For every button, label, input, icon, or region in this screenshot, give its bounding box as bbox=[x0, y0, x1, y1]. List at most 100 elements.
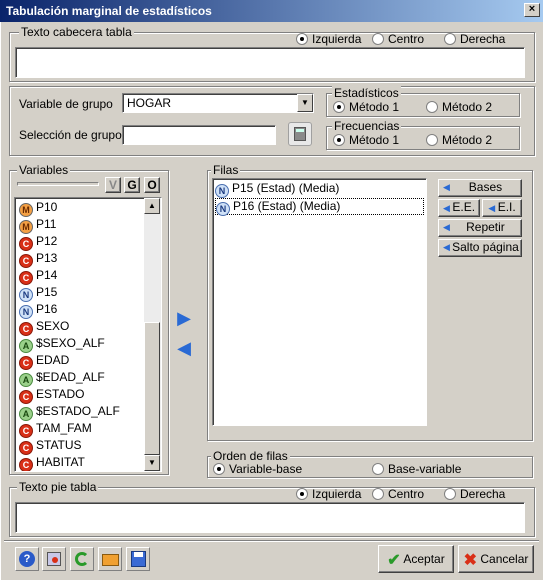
help-icon[interactable]: ? bbox=[15, 547, 39, 571]
accept-button[interactable]: ✔ Aceptar bbox=[378, 545, 454, 573]
frecuencias-metodo-1[interactable]: Método 1 bbox=[333, 133, 399, 147]
variable-item[interactable]: C HABITAT bbox=[19, 455, 85, 471]
variable-name: P15 bbox=[36, 285, 58, 299]
numeric-badge-icon: N bbox=[19, 288, 33, 302]
variable-name: P16 bbox=[36, 302, 58, 316]
radio-icon[interactable] bbox=[444, 488, 456, 500]
variable-item[interactable]: N P15 bbox=[19, 285, 57, 302]
numeric-badge-icon: N bbox=[19, 305, 33, 319]
header-align-right[interactable]: Derecha bbox=[444, 32, 505, 46]
remove-from-rows-arrow-icon[interactable]: ◀ bbox=[173, 338, 195, 360]
estadisticos-metodo-1[interactable]: Método 1 bbox=[333, 100, 399, 114]
save-icon[interactable] bbox=[126, 547, 150, 571]
window-title: Tabulación marginal de estadísticos bbox=[6, 4, 212, 18]
categorical-badge-icon: C bbox=[19, 237, 33, 251]
header-align-center[interactable]: Centro bbox=[372, 32, 424, 46]
add-to-rows-arrow-icon[interactable]: ▶ bbox=[173, 308, 195, 330]
filas-item[interactable]: N P16 (Estad) (Media) bbox=[215, 198, 424, 216]
filas-item[interactable]: N P15 (Estad) (Media) bbox=[215, 181, 339, 198]
scroll-up-icon[interactable]: ▲ bbox=[144, 198, 160, 214]
filter-v-button[interactable]: V bbox=[105, 177, 121, 193]
chevron-down-icon[interactable]: ▼ bbox=[297, 94, 313, 112]
radio-icon[interactable] bbox=[333, 134, 345, 146]
open-folder-icon[interactable] bbox=[98, 547, 122, 571]
variable-name: P12 bbox=[36, 234, 58, 248]
categorical-badge-icon: C bbox=[19, 458, 33, 471]
scroll-down-icon[interactable]: ▼ bbox=[144, 455, 160, 471]
settings-icon[interactable] bbox=[42, 547, 66, 571]
variable-item[interactable]: C P13 bbox=[19, 251, 57, 268]
radio-icon[interactable] bbox=[296, 488, 308, 500]
calculator-icon[interactable] bbox=[288, 122, 312, 146]
footer-text-input[interactable] bbox=[15, 502, 525, 533]
bases-button[interactable]: ◀ Bases bbox=[438, 179, 522, 197]
radio-icon[interactable] bbox=[426, 101, 438, 113]
radio-icon[interactable] bbox=[296, 33, 308, 45]
numeric-badge-icon: N bbox=[216, 202, 230, 216]
categorical-badge-icon: C bbox=[19, 356, 33, 370]
variable-name: P10 bbox=[36, 200, 58, 214]
group-variable-select[interactable]: HOGAR ▼ bbox=[122, 93, 314, 113]
group-selection-input[interactable] bbox=[122, 125, 276, 145]
salto-pagina-button[interactable]: ◀ Salto página bbox=[438, 239, 522, 257]
filter-o-button[interactable]: O bbox=[144, 177, 160, 193]
radio-icon[interactable] bbox=[444, 33, 456, 45]
categorical-badge-icon: C bbox=[19, 424, 33, 438]
scroll-thumb[interactable] bbox=[144, 322, 160, 455]
variable-item[interactable]: A $ESTADO_ALF bbox=[19, 404, 120, 421]
frecuencias-legend: Frecuencias bbox=[332, 119, 402, 133]
filter-g-button[interactable]: G bbox=[124, 177, 140, 193]
footer-align-center[interactable]: Centro bbox=[372, 487, 424, 501]
cancel-button[interactable]: ✖ Cancelar bbox=[458, 545, 534, 573]
variable-item[interactable]: C P12 bbox=[19, 234, 57, 251]
ee-button[interactable]: ◀ E.E. bbox=[438, 199, 480, 217]
orden-variable-base[interactable]: Variable-base bbox=[213, 462, 302, 476]
variable-item[interactable]: M P10 bbox=[19, 200, 57, 217]
filas-list[interactable]: N P15 (Estad) (Media) N P16 (Estad) (Media… bbox=[212, 178, 427, 426]
group-selection-label: Selección de grupo bbox=[19, 128, 122, 142]
variable-name: TAM_FAM bbox=[36, 421, 92, 435]
estadisticos-metodo-2[interactable]: Método 2 bbox=[426, 100, 492, 114]
categorical-badge-icon: C bbox=[19, 322, 33, 336]
filas-legend: Filas bbox=[211, 163, 241, 177]
refresh-icon[interactable] bbox=[70, 547, 94, 571]
variable-name: P11 bbox=[36, 217, 57, 231]
variable-item[interactable]: C TAM_FAM bbox=[19, 421, 92, 438]
alpha-badge-icon: A bbox=[19, 407, 33, 421]
left-arrow-icon: ◀ bbox=[442, 203, 453, 213]
radio-icon[interactable] bbox=[426, 134, 438, 146]
header-align-left[interactable]: Izquierda bbox=[296, 32, 361, 46]
left-arrow-icon: ◀ bbox=[443, 182, 450, 192]
variables-scrollbar[interactable]: ▲ ▼ bbox=[144, 198, 161, 471]
window-title-bar: Tabulación marginal de estadísticos bbox=[0, 0, 543, 22]
variable-name: P14 bbox=[36, 268, 58, 282]
radio-icon[interactable] bbox=[372, 488, 384, 500]
radio-icon[interactable] bbox=[372, 33, 384, 45]
orden-base-variable[interactable]: Base-variable bbox=[372, 462, 461, 476]
radio-icon[interactable] bbox=[333, 101, 345, 113]
frecuencias-metodo-2[interactable]: Método 2 bbox=[426, 133, 492, 147]
variable-item[interactable]: N P16 bbox=[19, 302, 57, 319]
left-arrow-icon: ◀ bbox=[488, 203, 498, 213]
close-button[interactable]: × bbox=[524, 3, 540, 17]
footer-align-right[interactable]: Derecha bbox=[444, 487, 505, 501]
variable-item[interactable]: C STATUS bbox=[19, 438, 82, 455]
variable-item[interactable]: C SEXO bbox=[19, 319, 69, 336]
variables-filter-slider[interactable] bbox=[17, 182, 99, 186]
radio-icon[interactable] bbox=[213, 463, 225, 475]
cancel-x-icon: ✖ bbox=[463, 552, 478, 569]
variable-item[interactable]: A $EDAD_ALF bbox=[19, 370, 105, 387]
variable-item[interactable]: A $SEXO_ALF bbox=[19, 336, 105, 353]
variable-item[interactable]: C EDAD bbox=[19, 353, 69, 370]
footer-align-left[interactable]: Izquierda bbox=[296, 487, 361, 501]
multiple-badge-icon: M bbox=[19, 203, 33, 217]
variable-item[interactable]: M P11 bbox=[19, 217, 56, 234]
variable-item[interactable]: C ESTADO bbox=[19, 387, 84, 404]
variable-name: ESTADO bbox=[36, 387, 85, 401]
header-text-input[interactable] bbox=[15, 47, 525, 78]
radio-icon[interactable] bbox=[372, 463, 384, 475]
repetir-button[interactable]: ◀ Repetir bbox=[438, 219, 522, 237]
variables-list[interactable]: M P10 M P11 C P12 C P13 C P14 N P15 N P16 C SEXO A $SEXO_… bbox=[14, 197, 162, 472]
ei-button[interactable]: ◀ E.I. bbox=[482, 199, 522, 217]
variable-item[interactable]: C P14 bbox=[19, 268, 57, 285]
